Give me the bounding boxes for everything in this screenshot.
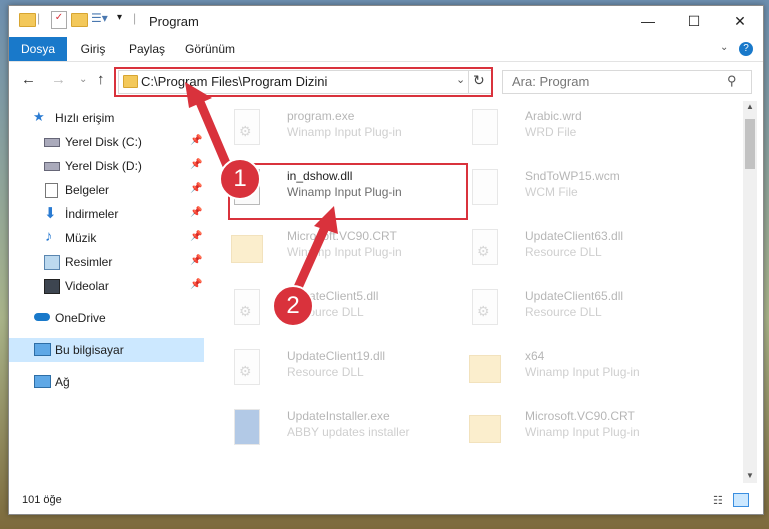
arrow-to-file (291, 220, 331, 297)
arrow-head-icon (314, 206, 338, 234)
arrow-to-address (192, 90, 233, 173)
annotation-arrows (185, 82, 338, 297)
callout-step-1: 1 (219, 158, 261, 200)
callout-step-2: 2 (272, 285, 314, 327)
